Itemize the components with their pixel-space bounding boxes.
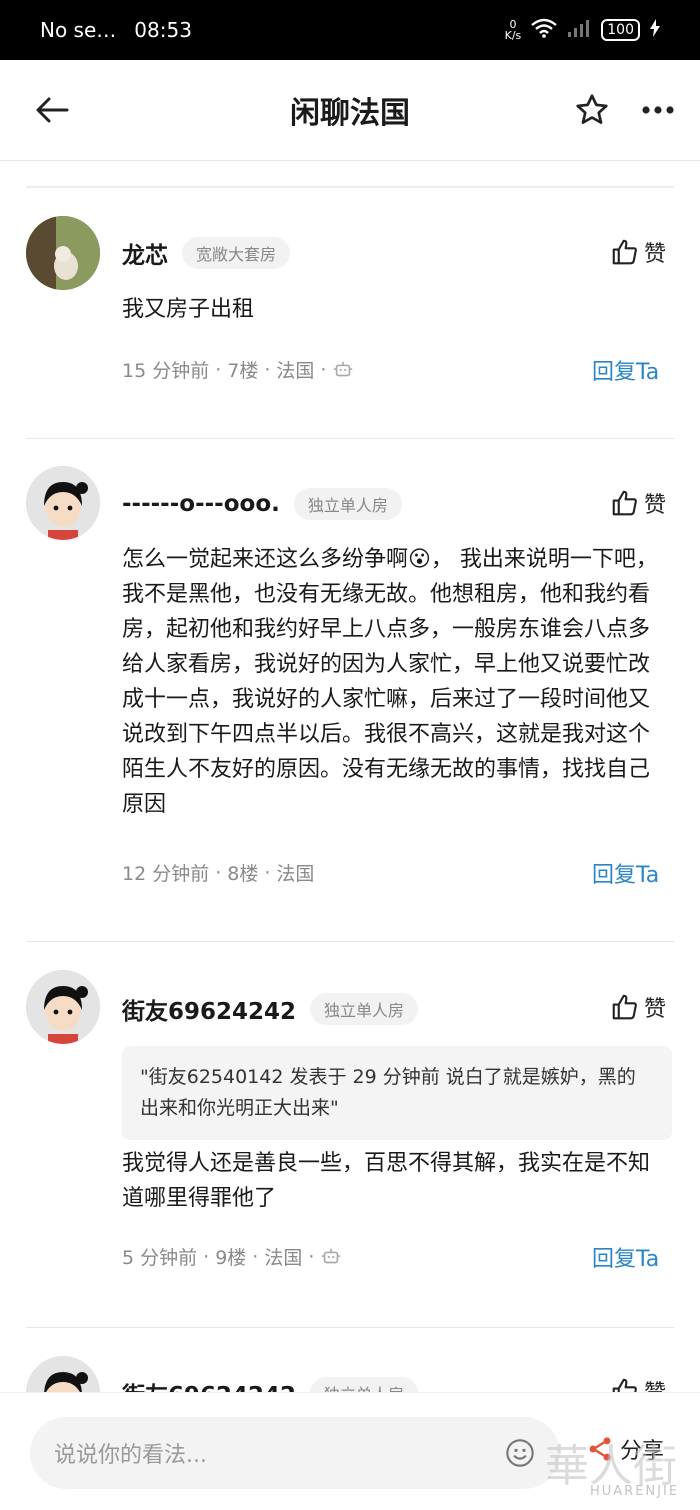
comment-item: 街友69624242 独立单人房 赞 bbox=[0, 0, 700, 1392]
watermark-subtext: HUARENJIE bbox=[590, 1484, 680, 1499]
comment-input[interactable]: 说说你的看法... bbox=[30, 1417, 560, 1489]
emoji-icon[interactable] bbox=[504, 1437, 536, 1469]
like-button[interactable]: 赞 bbox=[610, 1375, 666, 1392]
comment-input-placeholder: 说说你的看法... bbox=[54, 1443, 207, 1468]
thumbs-up-icon bbox=[612, 1378, 637, 1392]
avatar[interactable] bbox=[26, 1356, 100, 1392]
user-badge: 独立单人房 bbox=[310, 1377, 419, 1392]
like-label: 赞 bbox=[644, 1375, 666, 1392]
username[interactable]: 街友69624242 bbox=[122, 1376, 296, 1392]
